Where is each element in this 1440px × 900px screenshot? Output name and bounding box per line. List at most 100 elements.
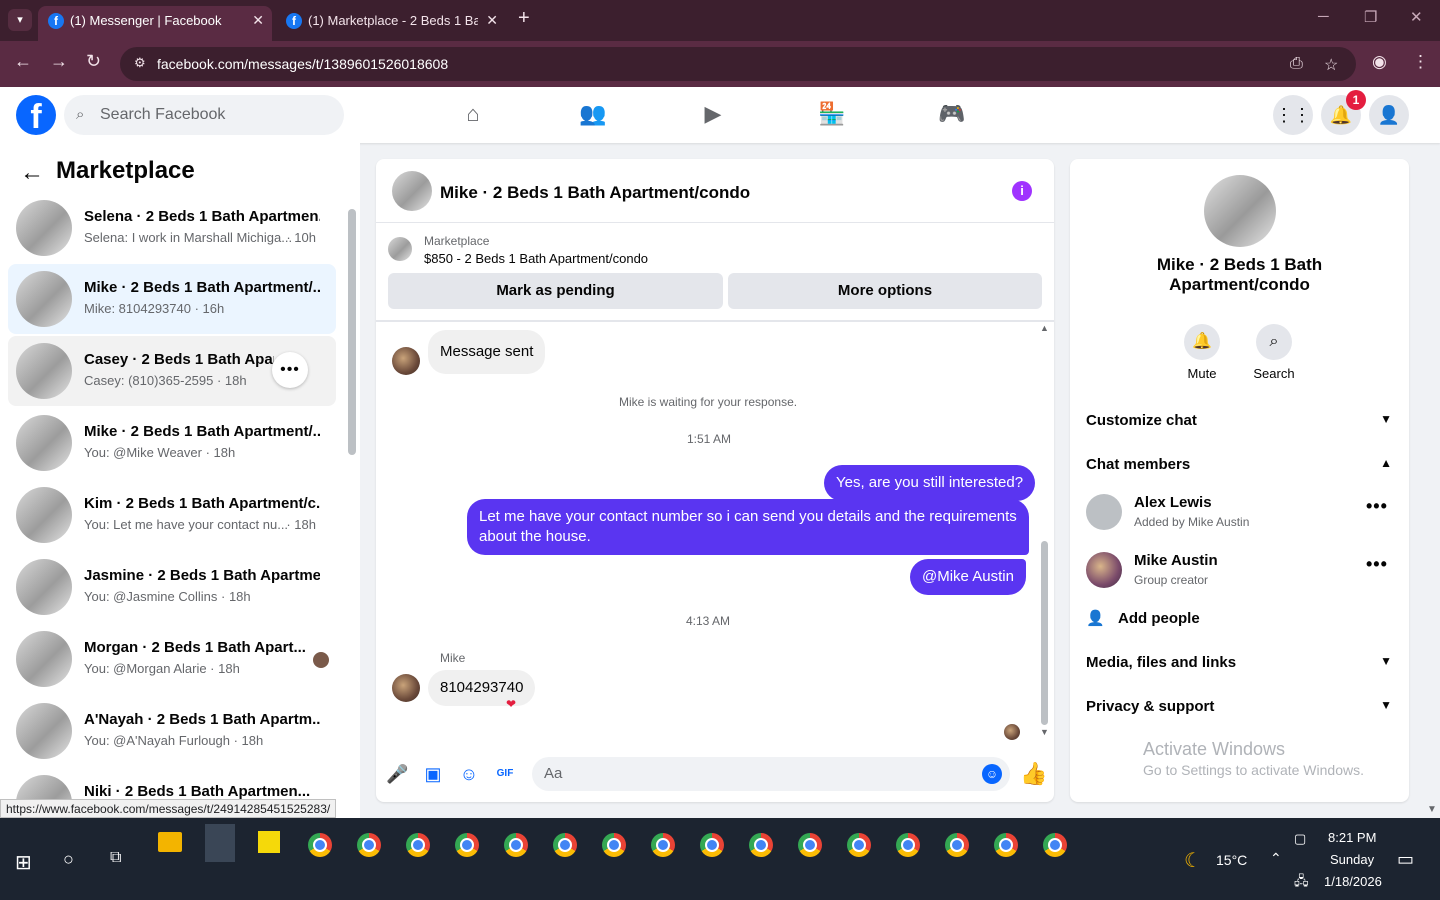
home-icon[interactable]: ⌂ (458, 101, 488, 129)
close-window-icon[interactable]: ✕ (1410, 8, 1423, 26)
forward-icon[interactable]: → (50, 51, 68, 72)
search-button[interactable]: ⌕ Search (1242, 324, 1306, 381)
conversation-item[interactable]: Casey · 2 Beds 1 Bath Apartm... Casey: (… (8, 336, 336, 406)
conversation-item-selected[interactable]: Mike · 2 Beds 1 Bath Apartment/... Mike:… (8, 264, 336, 334)
clock-time[interactable]: 8:21 PM (1328, 830, 1376, 845)
menu-grid-icon[interactable]: ⋮⋮ (1273, 95, 1313, 135)
back-arrow-icon[interactable]: ← (20, 159, 44, 187)
clock-day[interactable]: Sunday (1330, 852, 1374, 867)
chat-scrollbar[interactable] (1041, 541, 1048, 725)
emoji-icon[interactable]: ☺ (982, 764, 1002, 784)
customize-chat-row[interactable]: Customize chat ▼ (1086, 412, 1392, 429)
chat-thumbnail[interactable] (392, 171, 432, 211)
conversation-item[interactable]: Jasmine · 2 Beds 1 Bath Apartme... You: … (8, 552, 336, 622)
restore-icon[interactable]: ❐ (1364, 8, 1377, 26)
meet-icon[interactable]: ▢ (1294, 831, 1306, 847)
message-bubble-incoming[interactable]: 8104293740 (428, 670, 536, 706)
member-row[interactable]: Mike Austin Group creator ••• (1086, 548, 1392, 592)
windows-start-icon[interactable]: ⊞ (15, 850, 32, 875)
minimize-icon[interactable]: ─ (1318, 8, 1329, 25)
gaming-icon[interactable]: 🎮 (937, 101, 967, 129)
chrome-icon[interactable] (697, 830, 727, 860)
browser-menu-icon[interactable]: ⋮ (1412, 52, 1429, 72)
chat-members-row[interactable]: Chat members ▲ (1086, 456, 1392, 473)
member-options-icon[interactable]: ••• (1366, 496, 1388, 517)
chrome-icon[interactable] (942, 830, 972, 860)
media-files-row[interactable]: Media, files and links ▼ (1086, 654, 1392, 671)
tray-chevron-icon[interactable]: ⌃ (1270, 850, 1282, 867)
facebook-logo-icon[interactable]: f (16, 95, 56, 136)
page-scroll-down-icon[interactable]: ▼ (1427, 804, 1437, 815)
app-active-icon[interactable] (205, 824, 235, 862)
message-bubble-outgoing[interactable]: @Mike Austin (910, 559, 1026, 595)
marketplace-icon[interactable]: 🏪 (817, 101, 847, 129)
install-app-icon[interactable]: ⎙ (1290, 55, 1303, 73)
close-tab-icon[interactable]: ✕ (486, 6, 498, 35)
listing-thumbnail[interactable] (1204, 175, 1276, 247)
listing-summary[interactable]: $850 - 2 Beds 1 Bath Apartment/condo (424, 251, 648, 266)
bookmark-star-icon[interactable]: ☆ (1324, 55, 1338, 75)
task-view-icon[interactable]: ⧉ (110, 849, 121, 867)
photo-icon[interactable]: ▣ (422, 763, 444, 785)
chrome-icon[interactable] (795, 830, 825, 860)
search-input[interactable]: ⌕ Search Facebook (64, 95, 344, 135)
message-bubble-outgoing[interactable]: Let me have your contact number so i can… (467, 499, 1029, 555)
mike-avatar[interactable] (392, 674, 420, 702)
account-avatar[interactable]: 👤 (1369, 95, 1409, 135)
chrome-icon[interactable] (452, 830, 482, 860)
message-bubble-incoming[interactable]: Message sent (428, 330, 546, 374)
message-bubble-outgoing[interactable]: Yes, are you still interested? (824, 465, 1036, 501)
chrome-icon[interactable] (354, 830, 384, 860)
mute-button[interactable]: 🔔 Mute (1170, 324, 1234, 381)
scroll-down-arrow-icon[interactable]: ▼ (1040, 727, 1049, 737)
site-info-icon[interactable]: ⚙ (134, 55, 150, 71)
heart-reaction-icon[interactable]: ❤ (506, 697, 516, 711)
mark-as-pending-button[interactable]: Mark as pending (388, 273, 723, 309)
friends-icon[interactable]: 👥 (578, 101, 608, 129)
conversation-item[interactable]: A'Nayah · 2 Beds 1 Bath Apartm... You: @… (8, 696, 336, 766)
chrome-icon[interactable] (403, 830, 433, 860)
mike-avatar[interactable] (392, 347, 420, 375)
chrome-icon[interactable] (893, 830, 923, 860)
reload-icon[interactable]: ↻ (86, 51, 101, 72)
weather-temp[interactable]: 15°C (1216, 852, 1247, 868)
conversation-item[interactable]: Selena · 2 Beds 1 Bath Apartmen... Selen… (8, 193, 336, 263)
network-icon[interactable]: 🖧 (1294, 872, 1309, 894)
like-thumb-icon[interactable]: 👍 (1020, 761, 1047, 787)
profile-icon[interactable]: ◉ (1372, 52, 1387, 72)
list-scrollbar[interactable] (348, 209, 356, 455)
chrome-icon[interactable] (550, 830, 580, 860)
member-row[interactable]: Alex Lewis Added by Mike Austin ••• (1086, 490, 1392, 534)
chrome-icon[interactable] (991, 830, 1021, 860)
microphone-icon[interactable]: 🎤 (386, 763, 408, 785)
address-bar[interactable]: ⚙ facebook.com/messages/t/13896015260186… (120, 47, 1356, 81)
privacy-support-row[interactable]: Privacy & support ▼ (1086, 698, 1392, 715)
conversation-item[interactable]: Morgan · 2 Beds 1 Bath Apart... You: @Mo… (8, 624, 336, 694)
chrome-icon[interactable] (844, 830, 874, 860)
chrome-icon[interactable] (501, 830, 531, 860)
back-icon[interactable]: ← (14, 51, 32, 72)
chrome-icon[interactable] (599, 830, 629, 860)
chrome-icon[interactable] (746, 830, 776, 860)
video-icon[interactable]: ▶ (698, 101, 728, 129)
add-people-button[interactable]: 👤 Add people (1086, 609, 1200, 627)
chat-title[interactable]: Mike · 2 Beds 1 Bath Apartment/condo (440, 183, 750, 203)
sticky-notes-icon[interactable] (258, 831, 280, 853)
sticker-icon[interactable]: ☺ (458, 763, 480, 785)
message-input[interactable]: Aa (532, 757, 1010, 791)
chrome-icon[interactable] (648, 830, 678, 860)
member-options-icon[interactable]: ••• (1366, 554, 1388, 575)
more-options-icon[interactable]: ••• (272, 352, 308, 388)
close-tab-icon[interactable]: ✕ (252, 6, 264, 35)
conversation-item[interactable]: Mike · 2 Beds 1 Bath Apartment/... You: … (8, 408, 336, 478)
new-tab-button[interactable]: + (518, 7, 530, 30)
cortana-search-icon[interactable]: ○ (63, 849, 74, 870)
notification-center-icon[interactable]: ▭ (1397, 849, 1414, 870)
tab-search-button[interactable]: ▾ (8, 9, 32, 31)
weather-moon-icon[interactable]: ☾ (1184, 848, 1202, 873)
browser-tab-messenger[interactable]: f (1) Messenger | Facebook ✕ (38, 6, 272, 41)
file-explorer-icon[interactable] (158, 832, 182, 852)
clock-date[interactable]: 1/18/2026 (1324, 874, 1382, 889)
scroll-up-arrow-icon[interactable]: ▲ (1040, 323, 1049, 333)
chrome-icon[interactable] (1040, 830, 1070, 860)
